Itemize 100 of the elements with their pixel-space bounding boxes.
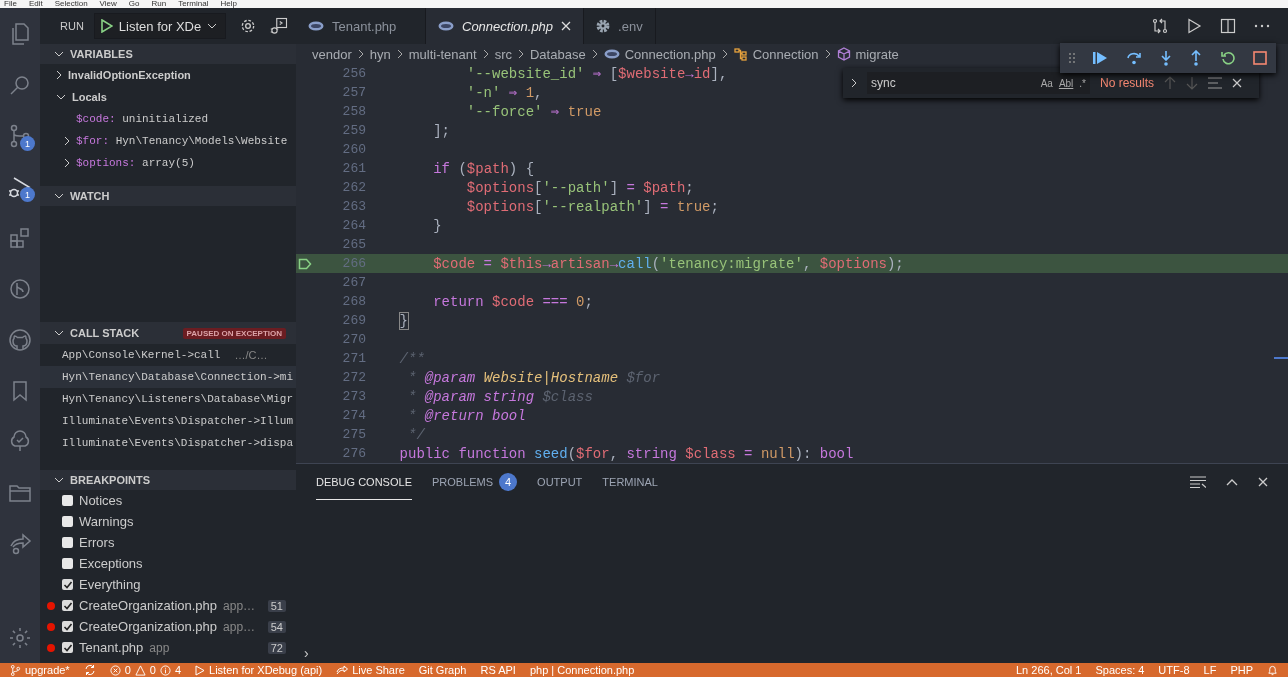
step-over-icon[interactable]: [1125, 51, 1142, 65]
code-line: */: [407, 426, 425, 443]
code-line: * @return bool: [407, 407, 526, 424]
section-header[interactable]: VARIABLES: [40, 44, 296, 64]
stack-frame[interactable]: Illuminate\Events\Dispatcher->Illum: [40, 410, 296, 432]
debug-console-icon[interactable]: [270, 17, 289, 35]
find-option-toggle[interactable]: Abl: [1058, 77, 1074, 89]
panel-tab[interactable]: OUTPUT: [537, 464, 583, 500]
checkbox[interactable]: [62, 516, 73, 527]
status-item[interactable]: UTF-8: [1158, 663, 1190, 677]
find-option-toggle[interactable]: Aa: [1040, 77, 1053, 89]
console-prompt[interactable]: ›: [296, 643, 309, 663]
editor-tab[interactable]: .env: [584, 8, 656, 44]
status-item[interactable]: php | Connection.php: [529, 663, 635, 677]
menu-item[interactable]: Go: [128, 0, 140, 8]
variable-scope[interactable]: InvalidOptionException: [40, 64, 296, 86]
variable-item[interactable]: $for: Hyn\Tenancy\Models\Website: [40, 130, 296, 152]
restart-icon[interactable]: [1220, 51, 1235, 65]
breadcrumb-item[interactable]: vendor: [312, 46, 352, 62]
chevron-right-icon[interactable]: [851, 78, 857, 88]
checkbox[interactable]: [62, 621, 73, 632]
split-editor-icon[interactable]: [1220, 18, 1236, 34]
status-item[interactable]: RS API: [480, 663, 516, 677]
breadcrumb-item[interactable]: Connection: [733, 46, 819, 62]
stack-frame[interactable]: Hyn\Tenancy\Database\Connection->mi: [40, 366, 296, 388]
breadcrumb-item[interactable]: Connection.php: [603, 46, 716, 62]
breakpoint-label: Exceptions: [79, 556, 143, 571]
breadcrumb-item[interactable]: migrate: [836, 46, 899, 62]
stack-frame[interactable]: Illuminate\Events\Dispatcher->dispa: [40, 432, 296, 454]
status-item[interactable]: Listen for XDebug (api): [195, 663, 323, 677]
checkbox[interactable]: [62, 579, 73, 590]
status-item[interactable]: PHP: [1230, 663, 1253, 677]
close-icon[interactable]: [1258, 477, 1268, 487]
breakpoint-label: CreateOrganization.php: [79, 619, 218, 634]
stack-frame[interactable]: Hyn\Tenancy\Listeners\Database\Migr: [40, 388, 296, 410]
breakpoint-path: app: [149, 640, 170, 655]
breadcrumb-item[interactable]: src: [494, 46, 512, 62]
line-number: 272: [342, 370, 366, 385]
editor-tab[interactable]: Connection.php: [426, 8, 585, 44]
find-option-toggle[interactable]: .*: [1079, 77, 1086, 89]
checkbox[interactable]: [62, 495, 73, 506]
launch-config-dropdown[interactable]: Listen for XDe: [93, 13, 227, 39]
drag-handle-icon[interactable]: [1069, 53, 1076, 63]
stop-icon[interactable]: [1252, 51, 1267, 65]
find-field[interactable]: sync Aa Abl .*: [867, 72, 1090, 94]
menu-item[interactable]: Help: [220, 0, 237, 8]
close-icon[interactable]: [561, 21, 572, 31]
status-item[interactable]: Git Graph: [418, 663, 467, 677]
status-item[interactable]: Live Share: [336, 663, 405, 677]
panel-tab[interactable]: PROBLEMS 4: [431, 464, 518, 500]
menu-item[interactable]: Terminal: [178, 0, 209, 8]
activity-button[interactable]: 1: [0, 110, 40, 161]
checkbox[interactable]: [62, 600, 73, 611]
settings-icon[interactable]: [240, 18, 257, 34]
panel-tab[interactable]: TERMINAL: [602, 464, 658, 500]
code-line: $code = $this→artisan→call('tenancy:migrate', $options);: [432, 255, 904, 272]
breadcrumb-item[interactable]: Database: [530, 46, 586, 62]
close-icon[interactable]: [1232, 78, 1243, 88]
menu-item[interactable]: Selection: [54, 0, 88, 8]
php-file-icon: [308, 21, 324, 31]
section-header[interactable]: BREAKPOINTS: [40, 470, 296, 490]
checkbox[interactable]: [62, 642, 73, 653]
problems-status[interactable]: 0 0 4: [109, 663, 182, 677]
filter-lines-icon[interactable]: [1190, 476, 1206, 488]
section-header[interactable]: WATCH: [40, 186, 296, 206]
compare-changes-icon[interactable]: [1152, 18, 1168, 34]
chevron-down-icon: [54, 330, 64, 336]
line-number: 265: [342, 237, 366, 252]
checkbox[interactable]: [62, 537, 73, 548]
notifications-button[interactable]: [1267, 664, 1278, 676]
sync-button[interactable]: [83, 664, 96, 676]
menu-item[interactable]: Edit: [28, 0, 43, 8]
status-item[interactable]: Ln 266, Col 1: [1016, 663, 1082, 677]
panel-tab[interactable]: DEBUG CONSOLE: [316, 464, 412, 500]
variable-item[interactable]: $code: uninitialized: [40, 108, 296, 130]
menu-item[interactable]: Run: [151, 0, 167, 8]
step-out-icon[interactable]: [1190, 50, 1203, 66]
continue-icon[interactable]: [1093, 51, 1108, 65]
status-item[interactable]: upgrade*: [10, 663, 70, 677]
checkbox[interactable]: [62, 558, 73, 569]
menu-item[interactable]: View: [99, 0, 117, 8]
chevron-up-icon[interactable]: [1226, 478, 1238, 486]
step-into-icon[interactable]: [1160, 50, 1172, 66]
menu-item[interactable]: File: [4, 0, 17, 8]
branch-icon: [10, 664, 21, 676]
status-item[interactable]: Spaces: 4: [1095, 663, 1145, 677]
variable-scope[interactable]: Locals: [40, 86, 296, 108]
breadcrumb-item[interactable]: hyn: [369, 46, 391, 62]
more-icon[interactable]: [1254, 24, 1270, 28]
section-title[interactable]: CALL STACK: [70, 327, 140, 339]
status-item[interactable]: LF: [1203, 663, 1217, 677]
stack-frame[interactable]: App\Console\Kernel->call …/C…: [40, 344, 296, 366]
cube-icon: [836, 47, 851, 61]
activity-button[interactable]: 1: [0, 161, 40, 212]
breadcrumb-item[interactable]: multi-tenant: [408, 46, 477, 62]
run-icon[interactable]: [1186, 18, 1202, 34]
find-in-selection-icon[interactable]: [1208, 77, 1223, 89]
variable-item[interactable]: $options: array(5): [40, 152, 296, 174]
github-icon: [8, 327, 32, 352]
chevron-right-icon: [64, 158, 70, 168]
